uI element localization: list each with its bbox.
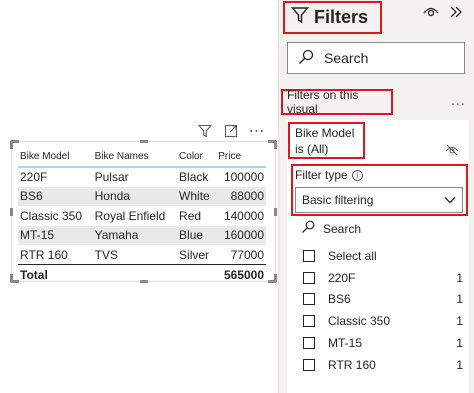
list-item-count: 1 — [456, 336, 463, 351]
collapse-pane-icon[interactable] — [449, 5, 463, 22]
table-row: MT-15 Yamaha Blue 160000 — [18, 225, 266, 245]
table-cell: Yamaha — [92, 225, 178, 245]
filter-type-label-text: Filter type — [295, 168, 348, 182]
list-item[interactable]: MT-15 1 — [303, 332, 463, 354]
checkbox[interactable] — [303, 337, 315, 350]
table-cell: TVS — [94, 247, 118, 262]
list-item[interactable]: RTR 160 1 — [303, 354, 463, 376]
list-item-count: 1 — [456, 357, 463, 372]
info-icon[interactable]: i — [351, 169, 363, 181]
table-header-row: Bike Model Bike Names Color Price — [18, 146, 266, 168]
table-cell: Pulsar — [94, 170, 129, 185]
table-cell: Honda — [92, 186, 178, 206]
checkbox[interactable] — [303, 249, 315, 262]
column-header[interactable]: Bike Names — [92, 146, 178, 168]
filter-card-header[interactable]: Bike Model is (All) — [288, 122, 365, 159]
column-header[interactable]: Color — [177, 146, 217, 168]
list-item-count: 1 — [456, 314, 463, 329]
checkbox[interactable] — [303, 358, 315, 371]
more-options-icon[interactable]: ... — [451, 92, 466, 108]
pane-header: Filters — [283, 1, 382, 34]
table-cell: 220F — [20, 170, 48, 185]
filter-type-label: Filter type i — [295, 168, 363, 182]
resize-handle[interactable] — [274, 141, 277, 149]
filters-pane: Filters Search Filters on this visual ..… — [278, 0, 474, 393]
table-cell: 88000 — [216, 186, 266, 206]
table-cell: BS6 — [18, 186, 93, 206]
search-placeholder: Search — [324, 50, 369, 66]
total-value: 565000 — [216, 264, 266, 285]
list-search-placeholder: Search — [323, 221, 362, 236]
table-cell: 160000 — [216, 225, 266, 245]
column-header[interactable]: Price — [216, 146, 266, 168]
total-label: Total — [18, 264, 93, 285]
pane-search-input[interactable]: Search — [287, 42, 465, 74]
list-item[interactable]: BS6 1 — [303, 289, 463, 311]
focus-mode-icon[interactable] — [222, 122, 240, 140]
filter-values-list: Select all 220F 1 BS6 1 Classic 350 1 MT… — [303, 245, 463, 376]
resize-handle[interactable] — [10, 208, 13, 216]
pane-header-actions — [423, 5, 463, 22]
checkbox[interactable] — [303, 271, 315, 284]
list-item-count: 1 — [456, 292, 463, 307]
filter-field-name: Bike Model — [295, 126, 355, 140]
resize-handle[interactable] — [140, 140, 148, 143]
table-cell: Silver — [179, 247, 210, 262]
table-row: 220F Pulsar Black 100000 — [18, 167, 266, 187]
table-cell: Royal Enfield — [94, 208, 166, 223]
list-item-label: RTR 160 — [328, 357, 376, 372]
list-item-label: Classic 350 — [328, 314, 391, 329]
filter-field-state: is (All) — [295, 142, 329, 156]
filter-icon[interactable] — [196, 122, 214, 140]
list-item-label: Select all — [328, 248, 377, 263]
list-search-input[interactable]: Search — [301, 220, 461, 237]
filter-type-dropdown[interactable]: Basic filtering — [295, 187, 463, 213]
table-cell: RTR 160 — [20, 247, 68, 262]
resize-handle[interactable] — [274, 274, 277, 282]
list-item-label: MT-15 — [328, 336, 363, 351]
table-cell: Red — [179, 208, 202, 223]
filter-type-value: Basic filtering — [302, 193, 374, 207]
table-cell: 140000 — [223, 208, 264, 223]
scrollbar[interactable] — [469, 120, 474, 393]
section-label-text: Filters on this visual — [287, 88, 359, 116]
table-cell: Black — [179, 170, 209, 185]
table-row: RTR 160 TVS Silver 77000 — [18, 245, 266, 265]
visual-header: ⋯ — [196, 122, 276, 140]
resize-handle[interactable] — [10, 274, 13, 282]
search-icon — [298, 49, 314, 68]
section-label: Filters on this visual — [281, 88, 393, 116]
data-table: Bike Model Bike Names Color Price 220F P… — [18, 146, 266, 285]
table-cell: MT-15 — [18, 225, 93, 245]
table-cell: White — [177, 186, 217, 206]
filter-icon — [290, 6, 310, 29]
column-header[interactable]: Bike Model — [18, 146, 93, 168]
list-item-count: 1 — [456, 270, 463, 285]
table-cell: Classic 350 — [20, 208, 83, 223]
resize-handle[interactable] — [10, 141, 13, 149]
resize-handle[interactable] — [274, 208, 277, 216]
checkbox[interactable] — [303, 315, 315, 328]
table-row: Classic 350 Royal Enfield Red 140000 — [18, 206, 266, 226]
more-options-icon[interactable]: ⋯ — [248, 122, 266, 140]
table-cell: Blue — [177, 225, 217, 245]
pane-title: Filters — [314, 7, 369, 27]
checkbox[interactable] — [303, 293, 315, 306]
select-all-item[interactable]: Select all — [303, 245, 463, 267]
list-item-label: BS6 — [328, 292, 351, 307]
eye-icon[interactable] — [423, 5, 439, 22]
eye-off-icon[interactable] — [445, 144, 459, 159]
list-item[interactable]: Classic 350 1 — [303, 310, 463, 332]
chevron-down-icon — [444, 193, 456, 207]
total-row: Total 565000 — [18, 264, 266, 285]
table-cell: 100000 — [223, 170, 264, 185]
table-row: BS6 Honda White 88000 — [18, 186, 266, 206]
list-item-label: 220F — [328, 270, 356, 285]
table-cell: 77000 — [230, 247, 264, 262]
table-visual[interactable]: Bike Model Bike Names Color Price 220F P… — [10, 140, 277, 285]
search-icon — [301, 220, 315, 237]
list-item[interactable]: 220F 1 — [303, 267, 463, 289]
